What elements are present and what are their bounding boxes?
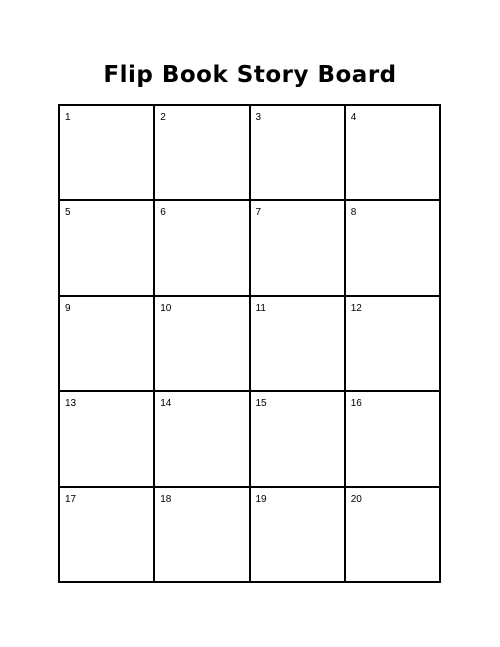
panel-number: 2	[160, 112, 166, 123]
storyboard-panel[interactable]: 18	[155, 487, 251, 583]
storyboard-panel[interactable]: 14	[155, 392, 251, 488]
storyboard-panel[interactable]: 17	[60, 487, 156, 583]
storyboard-panel[interactable]: 3	[250, 106, 346, 202]
storyboard-panel[interactable]: 2	[155, 106, 251, 202]
panel-number: 15	[255, 398, 267, 410]
storyboard-panel[interactable]: 1	[60, 106, 156, 202]
panel-number: 13	[65, 398, 77, 410]
panel-number: 4	[350, 112, 357, 123]
storyboard-panel[interactable]: 19	[250, 487, 346, 583]
panel-number: 8	[350, 207, 357, 219]
panel-number: 20	[350, 493, 362, 505]
storyboard-panel[interactable]: 9	[60, 296, 156, 393]
storyboard-panel[interactable]: 8	[345, 201, 441, 297]
panel-number: 9	[65, 302, 71, 314]
storyboard-panel[interactable]: 13	[60, 392, 156, 488]
panel-number: 10	[160, 302, 172, 314]
panel-number: 19	[255, 493, 267, 505]
panel-number: 14	[160, 398, 172, 410]
storyboard-panel[interactable]: 10	[155, 296, 251, 393]
panel-number: 16	[350, 398, 362, 410]
storyboard-panel[interactable]: 7	[250, 201, 346, 297]
storyboard-panel[interactable]: 16	[345, 392, 441, 488]
storyboard-panel[interactable]: 5	[60, 201, 156, 297]
panel-number: 3	[255, 112, 262, 123]
storyboard-panel[interactable]: 11	[250, 296, 346, 393]
panel-number: 11	[255, 302, 266, 314]
panel-number: 1	[65, 112, 71, 123]
panel-number: 17	[65, 493, 77, 505]
panel-number: 7	[255, 207, 262, 219]
panel-number: 18	[160, 493, 172, 505]
storyboard-panel[interactable]: 4	[345, 106, 441, 202]
storyboard-panel[interactable]: 6	[155, 201, 251, 297]
storyboard-panel[interactable]: 12	[345, 296, 441, 393]
storyboard-panel[interactable]: 20	[345, 487, 441, 583]
page-title: Flip Book Story Board	[103, 62, 397, 88]
panel-number: 12	[350, 302, 362, 314]
panel-number: 6	[160, 207, 166, 219]
panel-number: 5	[65, 207, 71, 219]
storyboard-grid: 1 2 3 4 5 6 7 8 9 10 11 12 13 14 15 16 1…	[58, 104, 441, 583]
storyboard-panel[interactable]: 15	[250, 392, 346, 488]
